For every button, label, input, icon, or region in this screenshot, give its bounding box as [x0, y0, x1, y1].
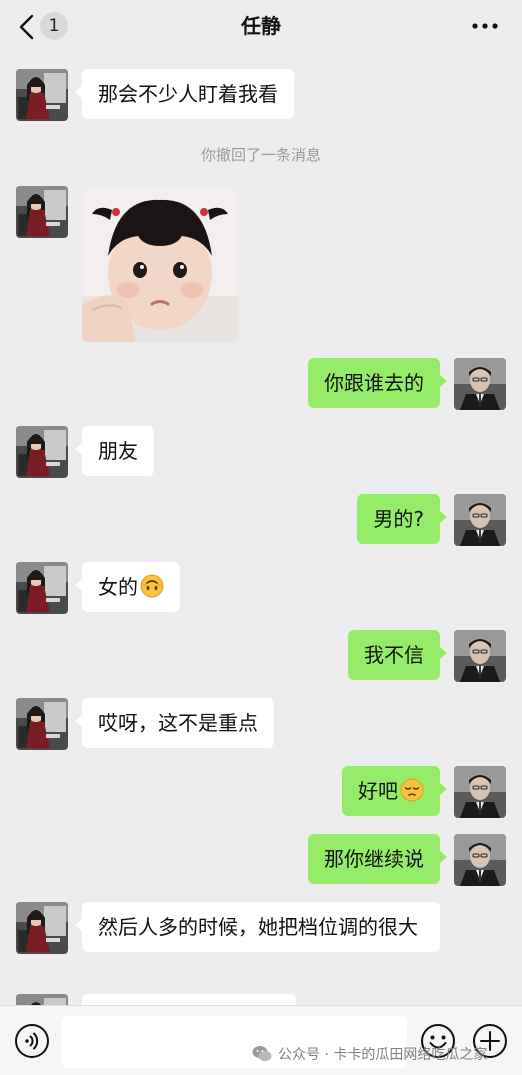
my-avatar[interactable] — [454, 630, 506, 682]
message-text: 女的 — [98, 575, 138, 599]
voice-icon[interactable] — [14, 1023, 50, 1059]
chat-message-list[interactable]: 那会不少人盯着我看 你撤回了一条消息 你跟谁去的 朋友 男的? 女的 我不信 哎… — [0, 52, 522, 1007]
chat-header: 1 任静 — [0, 0, 522, 52]
more-options-button[interactable] — [470, 16, 500, 36]
contact-avatar[interactable] — [16, 698, 68, 750]
contact-avatar[interactable] — [16, 902, 68, 954]
contact-avatar[interactable] — [16, 186, 68, 238]
incoming-message[interactable]: 女的 — [75, 562, 180, 612]
recall-notice: 你撤回了一条消息 — [200, 146, 321, 164]
contact-avatar[interactable] — [16, 426, 68, 478]
my-avatar[interactable] — [454, 834, 506, 886]
watermark-text: 公众号 · 卡卡的瓜田网络吃瓜之家 — [278, 1047, 488, 1063]
outgoing-message[interactable]: 那你继续说 — [308, 834, 447, 884]
incoming-message[interactable]: 朋友 — [75, 426, 154, 476]
my-avatar[interactable] — [454, 494, 506, 546]
outgoing-message[interactable]: 好吧 — [342, 766, 447, 816]
message-text: 好吧 — [358, 779, 398, 803]
toddler-sticker-image[interactable] — [82, 186, 238, 342]
unread-count-badge: 1 — [40, 12, 68, 40]
outgoing-message[interactable]: 男的? — [357, 494, 447, 544]
my-avatar[interactable] — [454, 358, 506, 410]
pensive-face-emoji — [400, 778, 424, 802]
my-avatar[interactable] — [454, 766, 506, 818]
back-button[interactable]: 1 — [16, 10, 70, 42]
incoming-message[interactable]: 哎呀，这不是重点 — [75, 698, 274, 748]
watermark: 公众号 · 卡卡的瓜田网络吃瓜之家 — [252, 1040, 487, 1068]
ellipsis-icon — [472, 23, 498, 29]
upside-down-smile-emoji — [140, 574, 164, 598]
incoming-message[interactable]: 那会不少人盯着我看 — [75, 69, 294, 119]
incoming-message[interactable]: 然后人多的时候，她把档位调的很大 — [75, 902, 440, 952]
wechat-logo-icon — [252, 1046, 272, 1062]
chevron-left-icon — [19, 14, 34, 40]
contact-avatar[interactable] — [16, 562, 68, 614]
contact-avatar[interactable] — [16, 69, 68, 121]
outgoing-message[interactable]: 你跟谁去的 — [308, 358, 447, 408]
chat-title: 任静 — [241, 14, 281, 38]
outgoing-message[interactable]: 我不信 — [348, 630, 447, 680]
